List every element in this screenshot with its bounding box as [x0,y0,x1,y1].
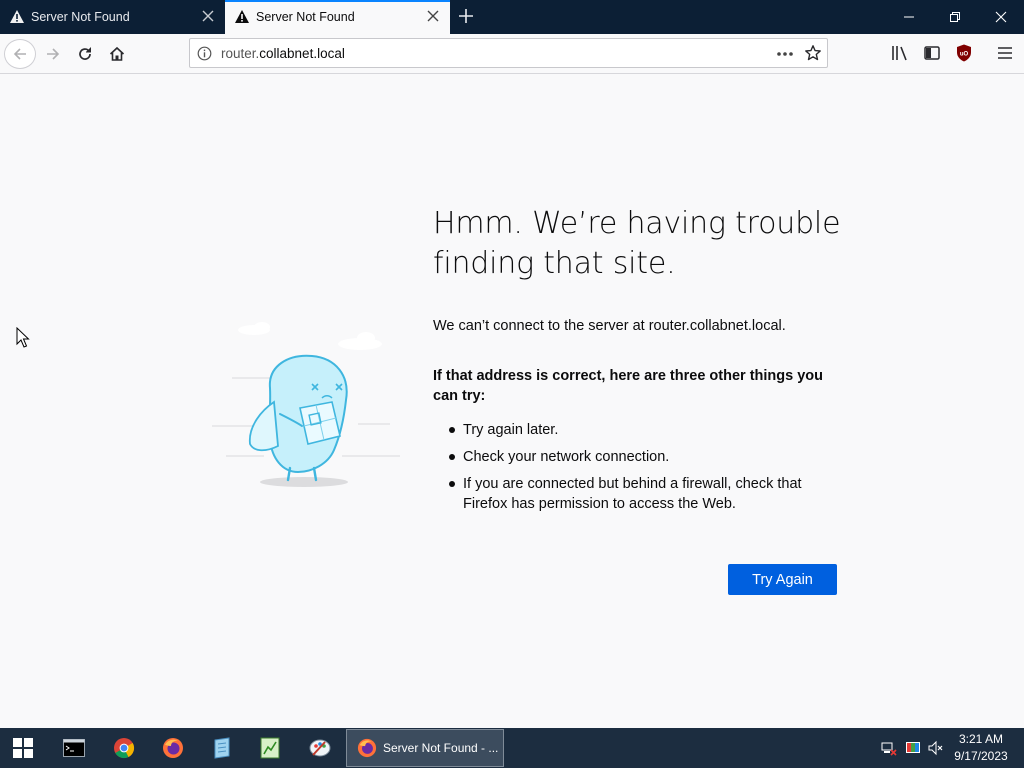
taskbar-firefox[interactable] [150,732,196,764]
restore-icon [950,12,960,22]
ublock-button[interactable]: uO [953,42,975,64]
suggestion-item: If you are connected but behind a firewa… [433,474,843,514]
reload-button[interactable] [70,39,100,69]
navigation-toolbar: router.collabnet.local uO [0,34,1024,74]
taskbar-cmd[interactable] [51,732,97,764]
command-prompt-icon [63,739,85,757]
ublock-shield-icon: uO [957,44,971,62]
restore-button[interactable] [932,0,978,34]
mouse-cursor-icon [16,327,30,348]
tab-server-not-found-1[interactable]: Server Not Found [0,0,225,34]
lost-monster-illustration [212,322,400,487]
firefox-icon [357,738,377,758]
hamburger-menu-icon [998,47,1012,59]
chart-app-icon [260,737,280,759]
firefox-icon [163,738,183,758]
display-color-icon[interactable] [905,740,921,756]
new-tab-icon[interactable] [457,7,475,25]
back-arrow-icon [13,48,26,60]
chrome-icon [114,738,135,759]
volume-muted-icon[interactable] [928,740,944,756]
try-again-button[interactable]: Try Again [728,564,837,595]
clock-date: 9/17/2023 [954,749,1008,763]
notepad-icon [214,737,230,759]
network-icon[interactable] [881,740,897,756]
close-tab-icon[interactable] [426,9,440,23]
taskbar-chrome[interactable] [101,732,147,764]
paint-icon [309,739,331,757]
tab-server-not-found-2[interactable]: Server Not Found [225,0,450,34]
library-button[interactable] [889,42,911,64]
taskbar: Server Not Found - ... 3:21 AM 9/17/2023 [0,728,1024,768]
url-bar[interactable]: router.collabnet.local [189,38,828,68]
page-actions-icon[interactable] [775,45,795,63]
back-button[interactable] [4,39,36,69]
suggestion-list: Try again later. Check your network conn… [433,420,843,514]
minimize-icon [904,16,914,18]
page-content: Hmm. We’re having trouble finding that s… [0,74,1024,728]
suggestion-heading: If that address is correct, here are thr… [433,368,823,404]
close-window-button[interactable] [978,0,1024,34]
suggestion-item: Check your network connection. [433,447,843,467]
warning-icon [10,10,24,23]
tab-strip: Server Not Found Server Not Found [0,0,1024,34]
tab-title: Server Not Found [31,10,130,24]
taskbar-paint[interactable] [297,732,343,764]
error-title: Hmm. We’re having trouble finding that s… [433,206,841,281]
taskbar-firefox-window[interactable]: Server Not Found - ... [346,729,504,767]
sidebar-icon [924,46,940,60]
windows-logo-icon [13,738,33,758]
warning-icon [235,10,249,23]
sidebar-button[interactable] [921,42,943,64]
error-panel: Hmm. We’re having trouble finding that s… [433,204,843,521]
clock-time: 3:21 AM [958,732,1004,746]
close-icon [995,11,1007,23]
svg-text:uO: uO [960,52,969,58]
taskbar-app-label: Server Not Found - ... [383,741,499,755]
home-icon [109,46,125,61]
taskbar-task-manager[interactable] [247,732,293,764]
url-host: collabnet.local [259,46,345,61]
forward-button[interactable] [38,39,68,69]
reload-icon [79,47,91,60]
start-button[interactable] [0,732,46,764]
tab-title: Server Not Found [256,10,355,24]
suggestion-item: Try again later. [433,420,843,440]
library-icon [892,46,907,61]
system-clock[interactable]: 3:21 AM 9/17/2023 [946,731,1016,765]
forward-arrow-icon [47,48,60,60]
minimize-button[interactable] [886,0,932,34]
home-button[interactable] [102,39,132,69]
url-text[interactable]: router.collabnet.local [221,46,345,61]
info-icon[interactable] [197,46,212,61]
taskbar-notepad[interactable] [199,732,245,764]
bookmark-star-icon[interactable] [804,44,822,62]
menu-button[interactable] [994,42,1016,64]
desktop: Server Not Found Server Not Found router… [0,0,1024,768]
url-prefix: router. [221,46,260,61]
close-tab-icon[interactable] [201,9,215,23]
error-description: We can’t connect to the server at router… [433,318,786,334]
